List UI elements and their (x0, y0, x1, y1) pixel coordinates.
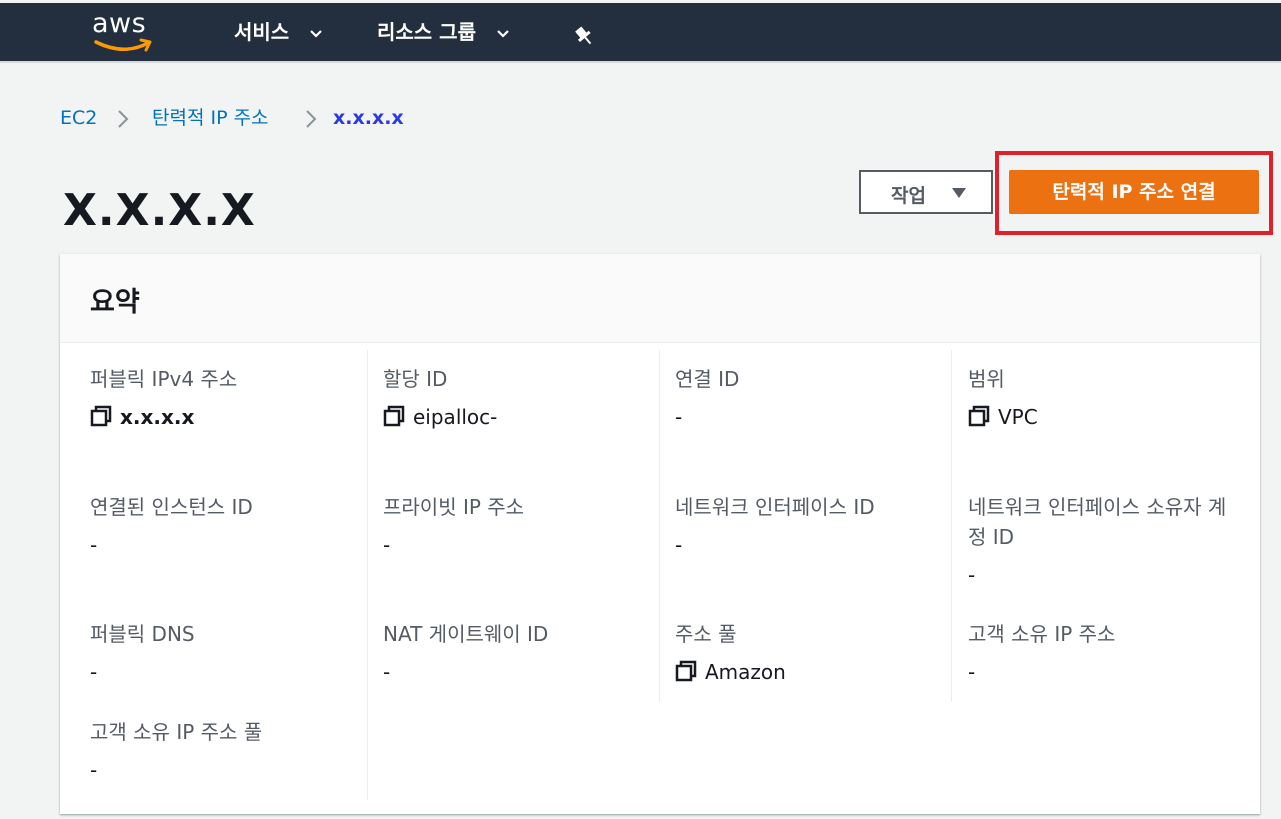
field-label: 주소 풀 (675, 622, 737, 646)
copy-icon[interactable] (968, 405, 990, 427)
field-label: 범위 (968, 367, 1005, 391)
field-value: Amazon (675, 657, 935, 687)
summary-panel: 요약 퍼블릭 IPv4 주소 x.x.x.x 할당 ID eipalloc- 연… (60, 254, 1260, 814)
field-public-ipv4: 퍼블릭 IPv4 주소 x.x.x.x (90, 364, 350, 432)
copy-icon[interactable] (675, 660, 697, 682)
associate-elastic-ip-button[interactable]: 탄력적 IP 주소 연결 (1009, 170, 1259, 214)
services-menu[interactable]: 서비스 (234, 17, 322, 47)
field-value-text: Amazon (705, 660, 786, 684)
field-label: 프라이빗 IP 주소 (383, 495, 525, 519)
field-value: - (675, 533, 683, 557)
field-value: - (90, 660, 98, 684)
field-label: 연결 ID (675, 367, 740, 391)
field-value: - (968, 563, 976, 587)
field-customer-owned-ip: 고객 소유 IP 주소 - (968, 619, 1228, 687)
field-label: 고객 소유 IP 주소 풀 (90, 720, 263, 744)
field-value: - (968, 660, 976, 684)
column-divider (659, 350, 660, 702)
field-public-dns: 퍼블릭 DNS - (90, 619, 350, 687)
field-associated-instance-id: 연결된 인스턴스 ID - (90, 492, 350, 560)
field-customer-owned-ip-pool: 고객 소유 IP 주소 풀 - (90, 717, 350, 785)
field-value-text: x.x.x.x (120, 405, 195, 429)
field-scope: 범위 VPC (968, 364, 1228, 432)
field-label: 네트워크 인터페이스 ID (675, 495, 875, 519)
field-value: - (90, 533, 98, 557)
field-network-interface-id: 네트워크 인터페이스 ID - (675, 492, 935, 560)
caret-down-icon (952, 188, 966, 198)
column-divider (367, 350, 368, 800)
actions-dropdown-button[interactable]: 작업 (859, 170, 993, 214)
copy-icon[interactable] (90, 405, 112, 427)
field-network-interface-owner: 네트워크 인터페이스 소유자 계정 ID - (968, 492, 1228, 590)
chevron-right-icon (118, 110, 129, 128)
field-label: 고객 소유 IP 주소 (968, 622, 1116, 646)
field-value: - (90, 758, 98, 782)
top-navigation: aws 서비스 리소스 그룹 (0, 3, 1281, 61)
field-value: - (675, 405, 683, 429)
field-label: 퍼블릭 IPv4 주소 (90, 367, 238, 391)
column-divider (951, 350, 952, 702)
actions-label: 작업 (891, 185, 926, 207)
chevron-down-icon (497, 29, 509, 38)
breadcrumb-ec2[interactable]: EC2 (60, 104, 97, 132)
field-label: 네트워크 인터페이스 소유자 계정 ID (968, 495, 1227, 549)
field-value: x.x.x.x (90, 402, 350, 432)
page-title: X.X.X.X (63, 185, 256, 236)
aws-smile-icon (94, 38, 152, 52)
nav-divider (0, 61, 1281, 63)
field-label: 연결된 인스턴스 ID (90, 495, 253, 519)
field-label: NAT 게이트웨이 ID (383, 622, 549, 646)
summary-title: 요약 (90, 287, 140, 318)
summary-header: 요약 (60, 254, 1260, 343)
field-value-text: VPC (998, 405, 1038, 429)
field-value: - (383, 533, 391, 557)
field-value: VPC (968, 402, 1228, 432)
field-value: eipalloc- (383, 402, 643, 432)
field-value-text: eipalloc- (413, 405, 498, 429)
field-allocation-id: 할당 ID eipalloc- (383, 364, 643, 432)
breadcrumb-current: x.x.x.x (333, 107, 404, 129)
aws-logo-text: aws (92, 8, 147, 39)
field-label: 퍼블릭 DNS (90, 622, 195, 646)
field-value: - (383, 660, 391, 684)
aws-logo[interactable]: aws (92, 8, 156, 56)
field-address-pool: 주소 풀 Amazon (675, 619, 935, 687)
copy-icon[interactable] (383, 405, 405, 427)
resource-groups-menu[interactable]: 리소스 그룹 (377, 17, 509, 47)
field-association-id: 연결 ID - (675, 364, 935, 432)
breadcrumb-elastic-ips[interactable]: 탄력적 IP 주소 (152, 104, 269, 132)
resource-groups-menu-label: 리소스 그룹 (377, 20, 476, 44)
pin-icon[interactable] (573, 25, 595, 47)
chevron-right-icon (306, 110, 317, 128)
field-label: 할당 ID (383, 367, 448, 391)
chevron-down-icon (310, 29, 322, 38)
services-menu-label: 서비스 (234, 20, 290, 44)
field-private-ip: 프라이빗 IP 주소 - (383, 492, 643, 560)
field-nat-gateway-id: NAT 게이트웨이 ID - (383, 619, 643, 687)
